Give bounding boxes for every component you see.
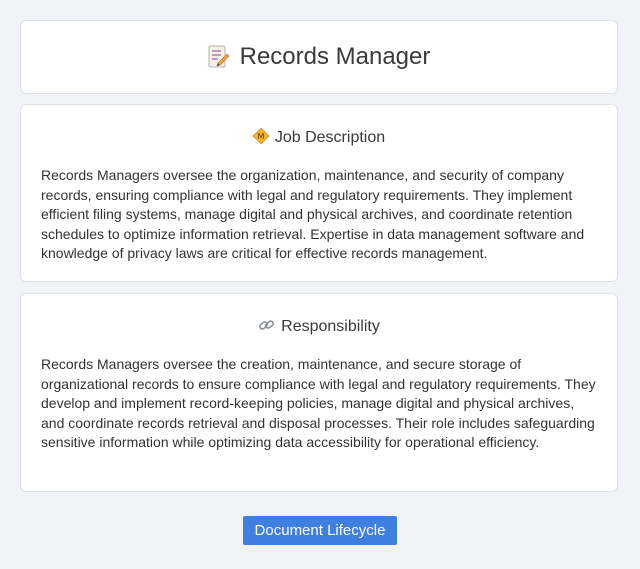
memo-icon bbox=[208, 44, 230, 70]
svg-text:M: M bbox=[257, 132, 264, 141]
job-description-text: Records Managers oversee the organizatio… bbox=[41, 167, 585, 261]
header-card: Records Manager bbox=[20, 20, 618, 94]
responsibility-text: Records Managers oversee the creation, m… bbox=[41, 356, 596, 450]
responsibility-title: Responsibility bbox=[281, 318, 380, 335]
page-title: Records Manager bbox=[239, 43, 431, 70]
job-description-title: Job Description bbox=[274, 129, 386, 146]
responsibility-card: Responsibility Records Managers oversee … bbox=[20, 293, 618, 492]
link-icon bbox=[258, 317, 275, 337]
job-description-heading: M Job Description bbox=[21, 127, 617, 148]
document-lifecycle-button[interactable]: Document Lifecycle bbox=[243, 516, 397, 545]
responsibility-heading: Responsibility bbox=[21, 317, 617, 337]
badge-icon: M bbox=[252, 127, 270, 148]
job-description-card: M Job Description Records Managers overs… bbox=[20, 104, 618, 282]
